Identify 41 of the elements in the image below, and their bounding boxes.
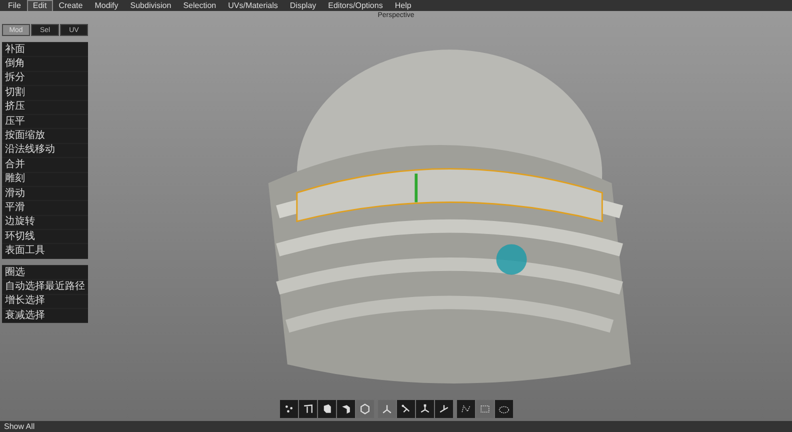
tool-button[interactable]: 按面缩放	[2, 129, 88, 143]
menu-item[interactable]: Editors/Options	[322, 0, 389, 12]
menu-item[interactable]: Display	[284, 0, 322, 12]
toolbar-button[interactable]	[435, 400, 453, 418]
menu-item[interactable]: Help	[388, 0, 418, 12]
menu-item[interactable]: Modify	[88, 0, 124, 12]
menu-item[interactable]: Selection	[177, 0, 222, 12]
tool-button[interactable]: 倒角	[2, 57, 88, 71]
tool-button[interactable]: 压平	[2, 114, 88, 128]
tool-button[interactable]: 增长选择	[2, 294, 88, 308]
tool-button[interactable]: 挤压	[2, 100, 88, 114]
menu-item[interactable]: Subdivision	[124, 0, 178, 12]
tool-button[interactable]: 滑动	[2, 186, 88, 200]
tool-button[interactable]: 雕刻	[2, 172, 88, 186]
tool-button[interactable]: 环切线	[2, 230, 88, 244]
toolbar-button[interactable]	[280, 400, 298, 418]
tool-button[interactable]: 补面	[2, 43, 88, 56]
tool-button[interactable]: 沿法线移动	[2, 144, 88, 158]
toolbar-button[interactable]	[299, 400, 317, 418]
edge-icon	[301, 402, 315, 416]
toolbar-button[interactable]	[397, 400, 415, 418]
toolbar-button[interactable]	[416, 400, 434, 418]
hexagon-icon	[358, 402, 372, 416]
toolbar-button[interactable]	[495, 400, 513, 418]
tool-button[interactable]: 衰减选择	[2, 309, 88, 322]
toolbar-button[interactable]	[337, 400, 355, 418]
menu-item[interactable]: File	[2, 0, 27, 12]
gizmo-icon	[380, 402, 394, 416]
tool-button[interactable]: 边旋转	[2, 216, 88, 230]
tool-button[interactable]: 圈选	[2, 266, 88, 280]
status-text: Show All	[0, 421, 792, 432]
tool-button[interactable]: 拆分	[2, 72, 88, 86]
toolbar-button[interactable]	[318, 400, 336, 418]
menu-item[interactable]: UVs/Materials	[222, 0, 284, 12]
menu-item[interactable]: Edit	[26, 0, 53, 12]
tool-button[interactable]: 平滑	[2, 201, 88, 215]
tool-button[interactable]: 切割	[2, 86, 88, 100]
tool-button[interactable]: 自动选择最近路径	[2, 280, 88, 294]
tool-button[interactable]: 表面工具	[2, 244, 88, 258]
menu-item[interactable]: Create	[52, 0, 89, 12]
tool-button[interactable]: 合并	[2, 158, 88, 172]
